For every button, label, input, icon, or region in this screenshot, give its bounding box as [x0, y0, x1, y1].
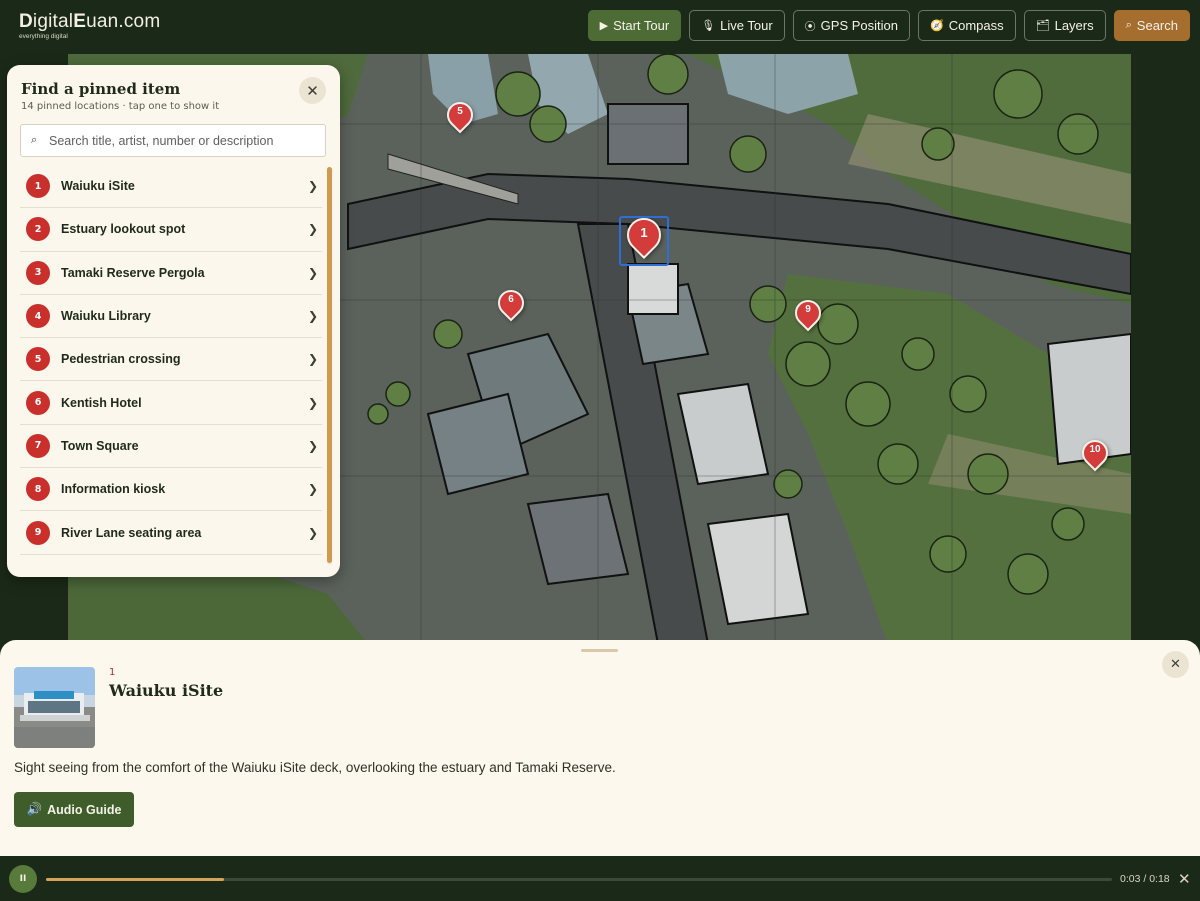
search-box: ⌕: [20, 124, 326, 157]
compass-button[interactable]: 🧭 Compass: [918, 10, 1016, 41]
list-item[interactable]: 3 Tamaki Reserve Pergola ❯: [20, 252, 322, 295]
chevron-right-icon: ❯: [307, 179, 318, 194]
start-tour-button[interactable]: ▶ Start Tour: [587, 10, 682, 41]
map-pin-5[interactable]: 5: [441, 96, 479, 134]
item-number: 1: [109, 667, 116, 678]
item-number-badge: 3: [26, 260, 50, 285]
item-label: Pedestrian crossing: [61, 352, 181, 367]
item-title: Waiuku iSite: [109, 681, 224, 700]
folder-icon: 🗂: [1035, 20, 1050, 32]
chevron-right-icon: ❯: [307, 222, 318, 237]
map-pin-1[interactable]: 1: [619, 210, 669, 260]
map-pin-10[interactable]: 10: [1076, 434, 1114, 472]
list-item[interactable]: 9 River Lane seating area ❯: [20, 511, 322, 555]
search-button[interactable]: ⌕ Search: [1113, 10, 1190, 41]
live-tour-button[interactable]: 🎙 Live Tour: [689, 10, 785, 41]
find-pinned-item-panel: Find a pinned item 14 pinned locations ·…: [7, 65, 340, 577]
site-logo[interactable]: DigitalEuan.com everything digital: [19, 12, 160, 41]
target-icon: ⦿: [804, 20, 816, 33]
chevron-right-icon: ❯: [307, 395, 318, 410]
list-item[interactable]: 1 Waiuku iSite ❯: [20, 165, 322, 209]
item-number-badge: 7: [26, 433, 50, 458]
list-item[interactable]: 6 Kentish Hotel ❯: [20, 381, 322, 425]
pause-button[interactable]: II: [9, 865, 37, 893]
item-number-badge: 1: [26, 174, 50, 199]
search-icon: ⌕: [1125, 19, 1132, 31]
layers-button[interactable]: 🗂 Layers: [1023, 10, 1106, 41]
panel-title: Find a pinned item: [21, 80, 181, 98]
item-label: River Lane seating area: [61, 525, 202, 540]
item-number-badge: 5: [26, 347, 50, 372]
chevron-right-icon: ❯: [307, 265, 318, 280]
audio-player: II 0:03 / 0:18 ✕: [0, 856, 1200, 901]
scrollbar-thumb[interactable]: [327, 167, 332, 563]
play-icon: ▶: [599, 20, 609, 32]
microphone-icon: 🎙: [701, 20, 716, 32]
list-item[interactable]: 2 Estuary lookout spot ❯: [20, 208, 322, 252]
item-label: Kentish Hotel: [61, 395, 142, 410]
pause-icon: II: [19, 874, 27, 884]
search-icon: ⌕: [31, 133, 38, 146]
list-item[interactable]: 7 Town Square ❯: [20, 425, 322, 469]
chevron-right-icon: ❯: [307, 352, 318, 367]
sheet-drag-handle[interactable]: [581, 649, 618, 652]
map-pin-6[interactable]: 6: [492, 284, 530, 322]
item-number-badge: 9: [26, 520, 50, 545]
top-bar: DigitalEuan.com everything digital ▶ Sta…: [0, 0, 1200, 54]
chevron-right-icon: ❯: [307, 482, 318, 497]
item-number-badge: 8: [26, 477, 50, 502]
close-icon: ✕: [306, 81, 319, 100]
compass-icon: 🧭: [930, 20, 944, 32]
audio-guide-button[interactable]: 🔊 Audio Guide: [14, 792, 134, 827]
item-label: Tamaki Reserve Pergola: [61, 265, 205, 280]
item-photo: [14, 667, 95, 748]
item-label: Estuary lookout spot: [61, 222, 186, 237]
main-nav: ▶ Start Tour 🎙 Live Tour ⦿ GPS Position …: [587, 10, 1190, 41]
audio-progress-slider[interactable]: [46, 878, 1112, 881]
close-icon: ✕: [1170, 657, 1181, 672]
item-number-badge: 6: [26, 390, 50, 415]
gps-position-button[interactable]: ⦿ GPS Position: [792, 10, 910, 41]
audio-time: 0:03 / 0:18: [1120, 873, 1170, 885]
audio-progress-fill: [46, 878, 225, 881]
list-item[interactable]: 4 Waiuku Library ❯: [20, 295, 322, 339]
item-number-badge: 2: [26, 217, 50, 242]
chevron-right-icon: ❯: [307, 309, 318, 324]
chevron-right-icon: ❯: [307, 438, 318, 453]
list-item[interactable]: 8 Information kiosk ❯: [20, 468, 322, 512]
sheet-close-button[interactable]: ✕: [1162, 651, 1189, 678]
panel-close-button[interactable]: ✕: [299, 77, 326, 104]
list-scrollbar[interactable]: [327, 167, 332, 565]
item-label: Waiuku Library: [61, 309, 151, 324]
item-label: Town Square: [61, 438, 139, 453]
item-label: Waiuku iSite: [61, 179, 135, 194]
logo-tagline: everything digital: [19, 33, 68, 40]
list-item[interactable]: 5 Pedestrian crossing ❯: [20, 338, 322, 382]
pinned-item-list: 1 Waiuku iSite ❯ 2 Estuary lookout spot …: [20, 165, 322, 565]
item-description: Sight seeing from the comfort of the Wai…: [14, 760, 616, 775]
item-label: Information kiosk: [61, 482, 166, 497]
search-input[interactable]: [49, 125, 321, 156]
player-close-icon[interactable]: ✕: [1178, 870, 1191, 888]
speaker-icon: 🔊: [26, 802, 43, 816]
panel-subtitle: 14 pinned locations · tap one to show it: [21, 101, 220, 112]
chevron-right-icon: ❯: [307, 525, 318, 540]
item-number-badge: 4: [26, 304, 50, 329]
item-detail-sheet: ✕ 1 Waiuku iSite Sight seeing from the c…: [0, 640, 1200, 856]
map-pin-9[interactable]: 9: [789, 294, 827, 332]
